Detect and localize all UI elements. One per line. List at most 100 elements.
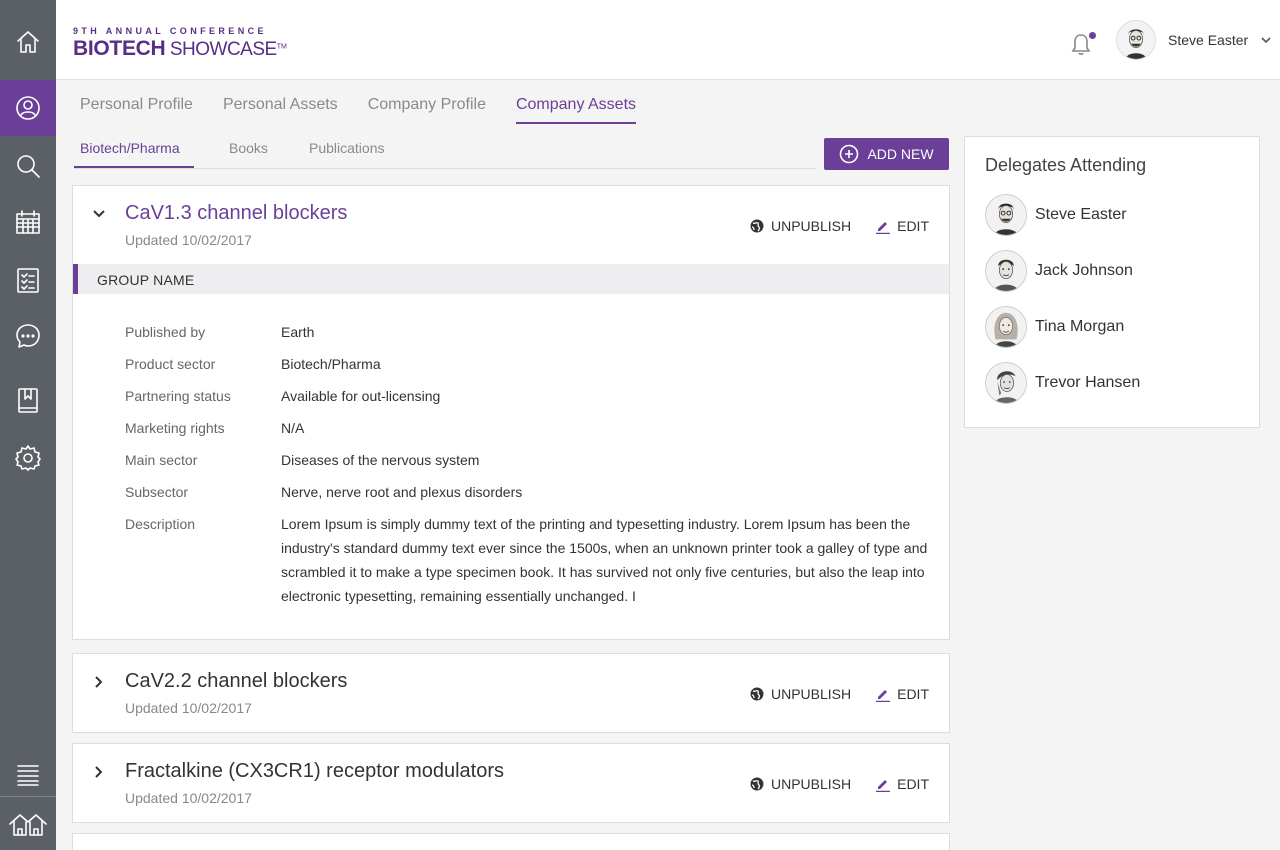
asset-actions: UNPUBLISH EDIT <box>749 776 929 792</box>
sidebar-item-chat[interactable] <box>0 308 56 364</box>
user-avatar-icon <box>1117 21 1155 59</box>
unpublish-button[interactable]: UNPUBLISH <box>749 686 851 702</box>
detail-value: Diseases of the nervous system <box>281 452 480 468</box>
tab-company-profile[interactable]: Company Profile <box>368 96 486 124</box>
subtab-books[interactable]: Books <box>229 140 268 156</box>
sidebar-item-checklist[interactable] <box>0 252 56 308</box>
checklist-icon <box>17 268 39 293</box>
sidebar-item-home[interactable] <box>0 14 56 70</box>
user-name: Steve Easter <box>1168 32 1249 48</box>
detail-row-published-by: Published by Earth <box>125 324 931 340</box>
detail-row-description: Description Lorem Ipsum is simply dummy … <box>125 516 931 608</box>
person-avatar-icon <box>986 251 1026 291</box>
detail-value-description: Lorem Ipsum is simply dummy text of the … <box>281 516 928 604</box>
unpublish-button[interactable]: UNPUBLISH <box>749 218 851 234</box>
houses-icon <box>9 814 47 836</box>
add-new-button[interactable]: ADD NEW <box>824 138 949 170</box>
asset-updated-date: Updated 10/02/2017 <box>125 232 252 248</box>
delegate-name: Trevor Hansen <box>1035 374 1141 391</box>
delegate-item[interactable]: Jack Johnson <box>985 250 1133 292</box>
asset-updated-date: Updated 10/02/2017 <box>125 790 252 806</box>
unpublish-button[interactable]: UNPUBLISH <box>749 776 851 792</box>
detail-row-subsector: Subsector Nerve, nerve root and plexus d… <box>125 484 931 500</box>
edit-label: EDIT <box>897 776 929 792</box>
profile-icon <box>16 96 40 120</box>
tab-personal-profile[interactable]: Personal Profile <box>80 96 193 124</box>
unpublish-label: UNPUBLISH <box>770 218 852 234</box>
logo-tm: TM <box>276 43 287 51</box>
globe-icon <box>750 777 764 791</box>
search-icon <box>17 155 40 178</box>
logo-wordmark: BIOTECH SHOWCASETM <box>73 37 287 61</box>
asset-card: CaV1.3 channel blockers Updated 10/02/20… <box>72 185 950 640</box>
logo-subtitle: 9TH ANNUAL CONFERENCE <box>73 26 267 36</box>
sidebar-item-bookmarks[interactable] <box>0 372 56 428</box>
calendar-icon <box>16 210 40 234</box>
asset-title[interactable]: CaV1.3 channel blockers <box>125 202 347 225</box>
logo-light-text: SHOWCASE <box>169 39 277 60</box>
sidebar-item-menu[interactable] <box>0 746 56 802</box>
detail-label: Published by <box>125 324 206 340</box>
asset-card: Fractalkine (CX3CR1) receptor modulators… <box>72 743 950 823</box>
delegate-item[interactable]: Tina Morgan <box>985 306 1124 348</box>
edit-label: EDIT <box>897 686 929 702</box>
bookmark-icon <box>18 388 38 413</box>
user-menu[interactable]: Steve Easter <box>1116 20 1272 60</box>
detail-label: Description <box>125 516 196 532</box>
notification-badge <box>1089 32 1096 39</box>
edit-button[interactable]: EDIT <box>875 776 929 792</box>
subtab-publications[interactable]: Publications <box>309 140 385 156</box>
sidebar-item-calendar[interactable] <box>0 194 56 250</box>
delegates-title: Delegates Attending <box>985 155 1147 175</box>
delegate-item[interactable]: Steve Easter <box>985 194 1127 236</box>
avatar <box>985 362 1027 404</box>
delegate-name: Steve Easter <box>1035 206 1127 223</box>
detail-label: Product sector <box>125 356 216 372</box>
sidebar-item-search[interactable] <box>0 138 56 194</box>
detail-value: Available for out-licensing <box>281 388 441 404</box>
detail-label: Main sector <box>125 452 198 468</box>
asset-actions: UNPUBLISH EDIT <box>749 218 929 234</box>
avatar <box>985 306 1027 348</box>
tab-personal-assets[interactable]: Personal Assets <box>223 96 338 124</box>
delegate-name: Jack Johnson <box>1035 262 1133 279</box>
detail-value: Biotech/Pharma <box>281 356 381 372</box>
plus-circle-icon <box>840 144 859 164</box>
active-subtab-indicator <box>74 166 194 168</box>
sidebar-item-settings[interactable] <box>0 430 56 486</box>
edit-button[interactable]: EDIT <box>875 686 929 702</box>
conference-logo[interactable]: 9TH ANNUAL CONFERENCE BIOTECH SHOWCASETM <box>73 26 287 61</box>
delegates-panel: Delegates Attending Steve Easter Jack Jo… <box>964 136 1260 428</box>
delegate-item[interactable]: Trevor Hansen <box>985 362 1140 404</box>
detail-row-partnering-status: Partnering status Available for out-lice… <box>125 388 931 404</box>
avatar <box>985 250 1027 292</box>
asset-title[interactable]: Fractalkine (CX3CR1) receptor modulators <box>125 760 504 783</box>
subtab-biotech-pharma[interactable]: Biotech/Pharma <box>80 140 180 156</box>
pencil-icon <box>876 690 891 702</box>
edit-button[interactable]: EDIT <box>875 218 929 234</box>
detail-value: Nerve, nerve root and plexus disorders <box>281 484 523 500</box>
sidebar-item-profile[interactable] <box>0 80 56 136</box>
profile-tabs: Personal Profile Personal Assets Company… <box>80 96 637 124</box>
asset-title[interactable]: CaV2.2 channel blockers <box>125 670 347 693</box>
asset-card <box>72 833 950 850</box>
chat-icon <box>16 324 40 348</box>
person-avatar-icon <box>986 307 1026 347</box>
chevron-down-icon[interactable] <box>91 206 107 222</box>
chevron-right-icon[interactable] <box>91 764 107 780</box>
asset-category-tabs: Biotech/Pharma Books Publications <box>74 138 816 169</box>
tab-company-assets[interactable]: Company Assets <box>515 96 637 124</box>
sidebar <box>0 0 56 850</box>
avatar <box>985 194 1027 236</box>
chevron-down-icon <box>1261 37 1271 44</box>
add-new-label: ADD NEW <box>867 146 934 162</box>
list-icon <box>17 765 39 786</box>
detail-row-product-sector: Product sector Biotech/Pharma <box>125 356 931 372</box>
group-header: GROUP NAME <box>73 264 949 294</box>
sidebar-item-venue[interactable] <box>0 796 56 850</box>
detail-value: Earth <box>281 324 315 340</box>
asset-updated-date: Updated 10/02/2017 <box>125 700 252 716</box>
chevron-right-icon[interactable] <box>91 674 107 690</box>
person-avatar-icon <box>986 195 1026 235</box>
unpublish-label: UNPUBLISH <box>770 686 852 702</box>
